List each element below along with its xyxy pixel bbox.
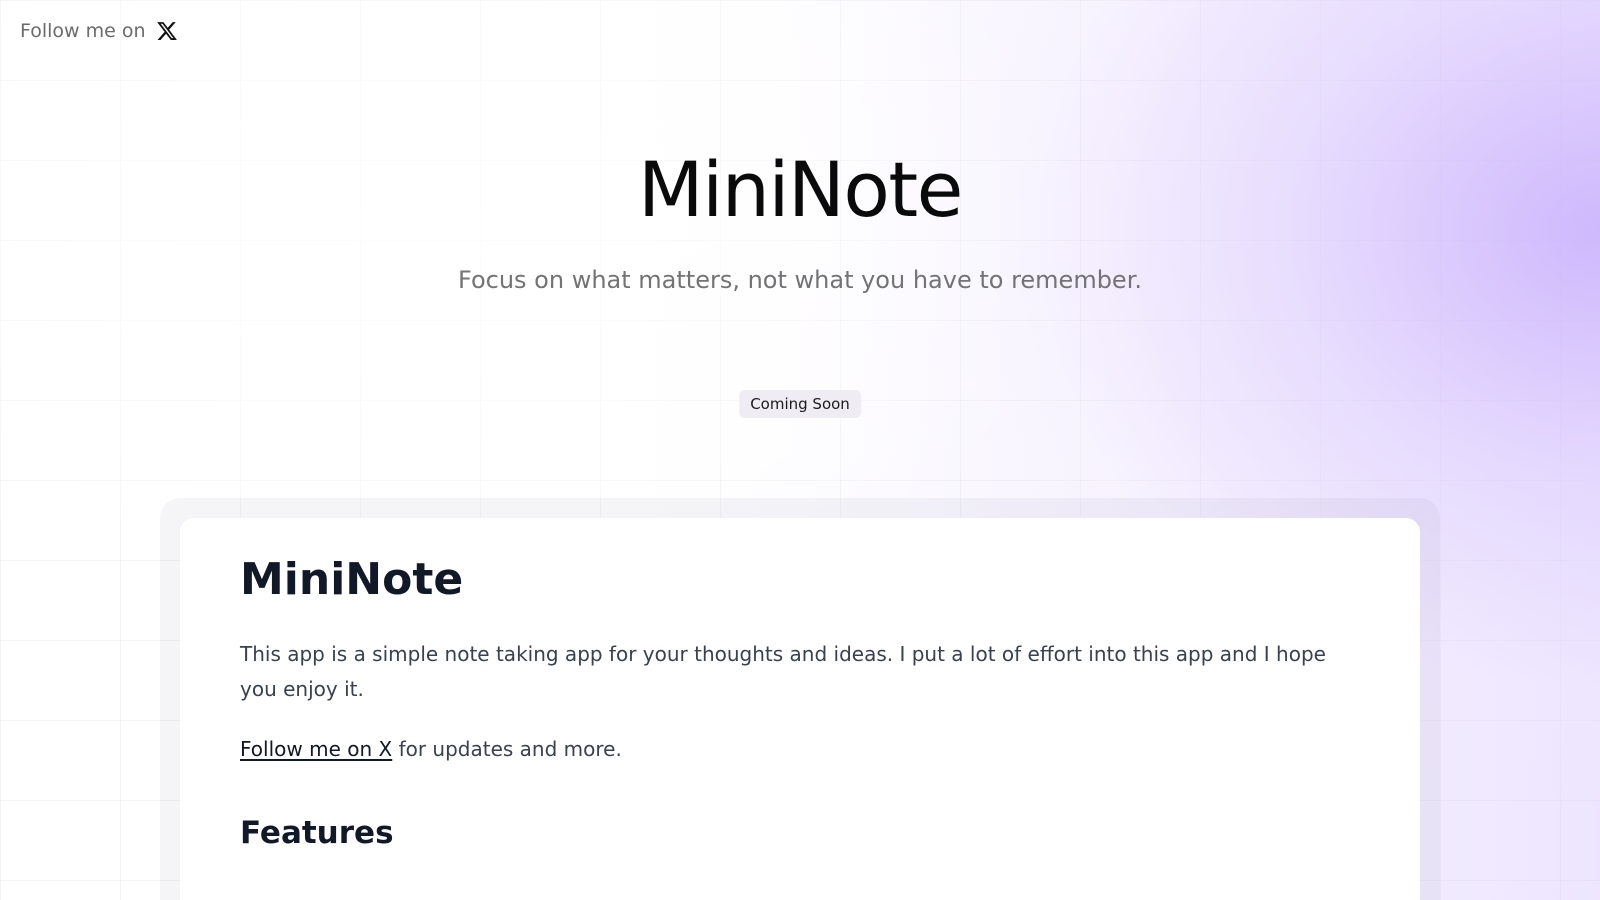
card-follow-paragraph: Follow me on X for updates and more. [240,732,1360,767]
x-logo-icon [156,20,178,42]
card-description: This app is a simple note taking app for… [240,641,1326,701]
coming-soon-badge: Coming Soon [739,390,861,418]
features-heading: Features [240,814,394,851]
follow-label: Follow me on [20,20,146,42]
follow-suffix-text: for updates and more. [392,736,622,761]
hero-section: MiniNote Focus on what matters, not what… [0,148,1600,294]
card-title: MiniNote [240,554,464,605]
follow-on-x-link[interactable]: Follow me on [20,20,178,42]
follow-me-on-x-link[interactable]: Follow me on X [240,737,392,761]
hero-title: MiniNote [638,145,963,234]
content-card: MiniNote This app is a simple note takin… [180,518,1420,900]
hero-subtitle: Focus on what matters, not what you have… [458,265,1142,294]
